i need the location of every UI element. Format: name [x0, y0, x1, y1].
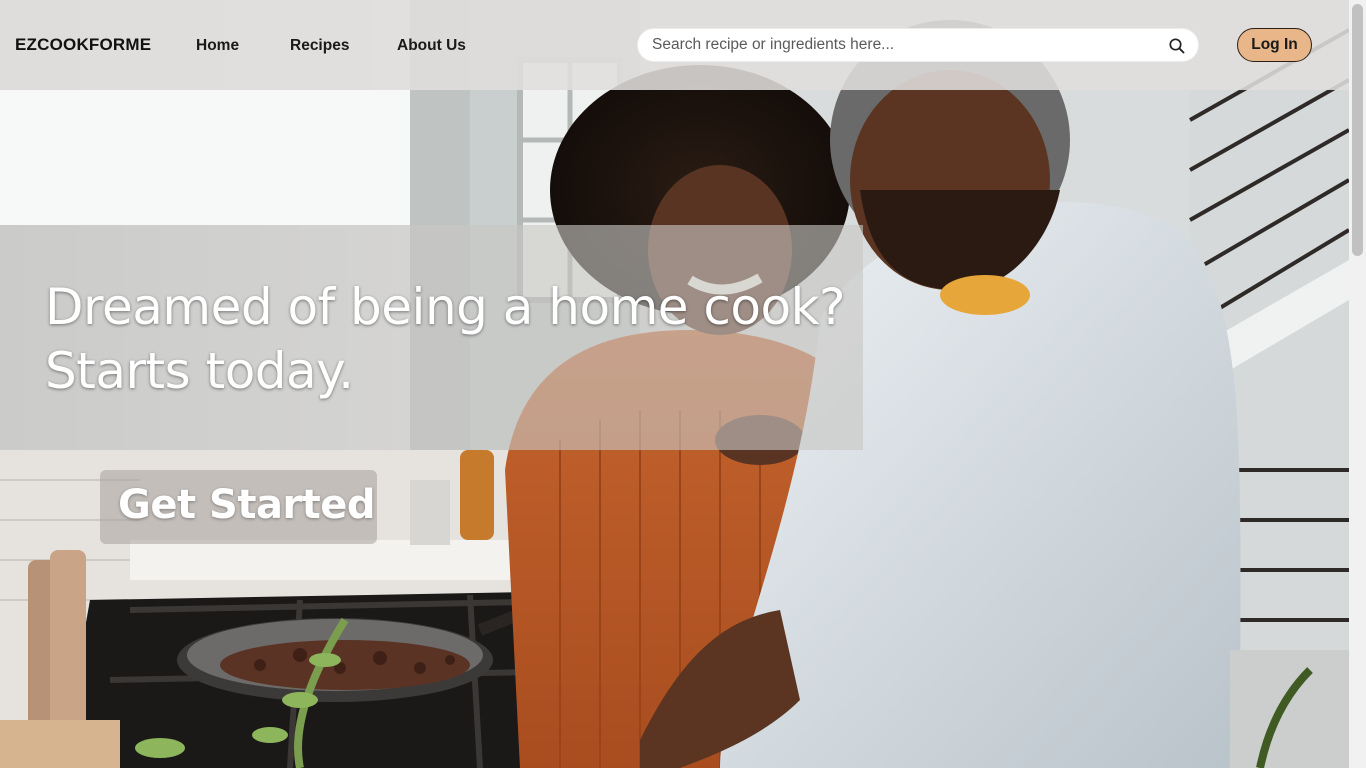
search-icon[interactable]: [1168, 37, 1186, 55]
search-bar: [637, 28, 1199, 62]
top-navbar: EZCOOKFORME Home Recipes About Us Log In: [0, 0, 1349, 90]
hero-heading-line-2: Starts today.: [45, 342, 354, 400]
get-started-button[interactable]: Get Started: [100, 470, 377, 544]
scrollbar-thumb[interactable]: [1352, 4, 1363, 256]
get-started-label: Get Started: [118, 482, 376, 528]
login-button[interactable]: Log In: [1237, 28, 1312, 62]
brand-logo[interactable]: EZCOOKFORME: [15, 35, 151, 55]
nav-link-recipes[interactable]: Recipes: [290, 37, 349, 55]
hero-heading: Dreamed of being a home cook? Starts tod…: [45, 275, 855, 403]
nav-link-about-us[interactable]: About Us: [397, 37, 466, 55]
hero-heading-line-1: Dreamed of being a home cook?: [45, 278, 846, 336]
nav-link-home[interactable]: Home: [196, 37, 239, 55]
page-scrollbar[interactable]: [1349, 0, 1366, 768]
search-input[interactable]: [652, 29, 1162, 61]
